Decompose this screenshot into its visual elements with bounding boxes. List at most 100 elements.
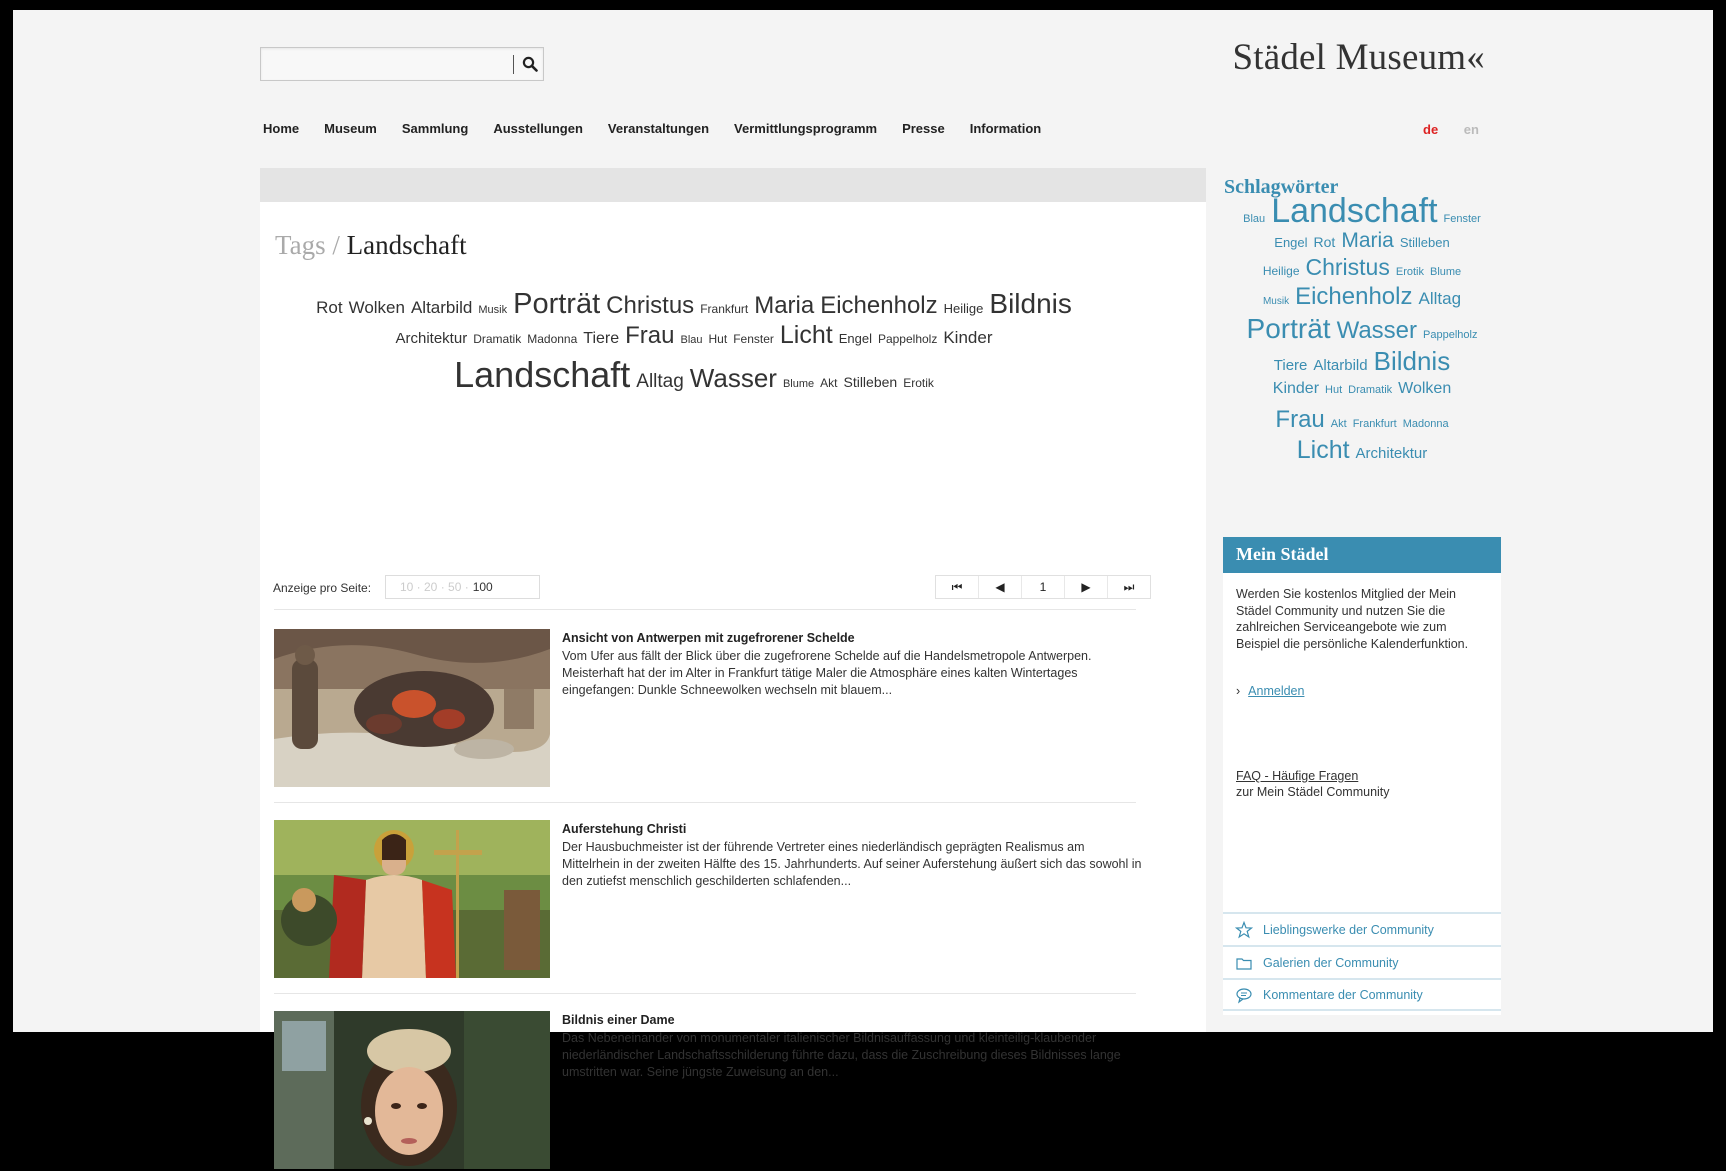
community-comments-link[interactable]: Kommentare der Community [1223,978,1501,1011]
per-page-selector[interactable]: 10 · 20 · 50 · 100 [385,575,540,599]
tag-link-blau[interactable]: Blau [1243,214,1265,225]
tag-link-rot[interactable]: Rot [316,299,342,316]
tag-link-fenster[interactable]: Fenster [733,333,774,345]
tag-link-hut[interactable]: Hut [1325,385,1342,396]
per-page-label: Anzeige pro Seite: [273,581,372,595]
tag-link-licht[interactable]: Licht [1297,438,1350,463]
login-link[interactable]: Anmelden [1248,684,1304,698]
tag-link-eichenholz[interactable]: Eichenholz [1295,285,1412,309]
tag-link-musik[interactable]: Musik [478,305,507,316]
tag-link-dramatik[interactable]: Dramatik [473,333,521,345]
tag-link-tiere[interactable]: Tiere [1274,358,1308,373]
tag-link-altarbild[interactable]: Altarbild [1313,358,1367,373]
prev-page-button[interactable]: ◀ [979,576,1022,598]
tag-link-pappelholz[interactable]: Pappelholz [1423,330,1477,341]
first-page-button[interactable]: ⏮ [936,576,979,598]
tag-link-rot[interactable]: Rot [1314,235,1336,249]
tag-link-tiere[interactable]: Tiere [583,331,619,347]
tag-link-altarbild[interactable]: Altarbild [411,299,472,316]
tag-link-erotik[interactable]: Erotik [903,377,934,389]
tag-link-wolken[interactable]: Wolken [1398,381,1451,397]
tag-link-blume[interactable]: Blume [1430,267,1461,278]
nav-ausstellungen[interactable]: Ausstellungen [493,121,583,136]
tag-link-blume[interactable]: Blume [783,379,814,390]
tag-link-alltag[interactable]: Alltag [636,372,684,391]
tag-link-landschaft[interactable]: Landschaft [1271,194,1437,228]
tag-link-porträt[interactable]: Porträt [513,290,600,319]
search-input[interactable] [265,52,509,76]
tag-link-engel[interactable]: Engel [1274,236,1307,249]
tag-link-alltag[interactable]: Alltag [1419,290,1462,307]
tag-link-stilleben[interactable]: Stilleben [843,375,897,389]
result-thumbnail[interactable] [274,1011,550,1169]
result-thumbnail[interactable] [274,629,550,787]
tag-link-licht[interactable]: Licht [780,323,833,348]
tag-link-landschaft[interactable]: Landschaft [454,357,630,393]
tag-link-maria[interactable]: Maria [1341,230,1394,251]
tag-link-bildnis[interactable]: Bildnis [1374,348,1451,374]
tag-link-porträt[interactable]: Porträt [1247,315,1331,343]
tag-link-akt[interactable]: Akt [1331,419,1347,430]
tag-link-erotik[interactable]: Erotik [1396,267,1424,278]
tag-link-kinder[interactable]: Kinder [1273,381,1319,397]
tag-link-architektur[interactable]: Architektur [396,331,468,346]
search-icon [522,56,538,72]
search-button[interactable] [517,50,543,78]
result-thumbnail[interactable] [274,820,550,978]
tag-link-wasser[interactable]: Wasser [690,365,777,391]
tag-link-christus[interactable]: Christus [1306,256,1390,279]
tag-link-wolken[interactable]: Wolken [349,299,405,316]
tag-link-pappelholz[interactable]: Pappelholz [878,333,937,345]
sidebar-tag-cloud: Blau Landschaft Fenster Engel Rot Maria Stille… [1221,194,1503,468]
tag-link-stilleben[interactable]: Stilleben [1400,236,1450,249]
per-page-selected[interactable]: 100 [473,580,493,594]
nav-museum[interactable]: Museum [324,121,377,136]
nav-home[interactable]: Home [263,121,299,136]
next-page-button[interactable]: ▶ [1065,576,1108,598]
result-title[interactable]: Auferstehung Christi [562,822,686,836]
result-title[interactable]: Bildnis einer Dame [562,1013,675,1027]
tag-cloud-row: Architektur Dramatik Madonna Tiere Frau Blau H… [274,323,1114,357]
divider [274,993,1136,994]
site-logo[interactable]: Städel Museum« [1232,36,1485,79]
tag-link-madonna[interactable]: Madonna [1403,419,1449,430]
tag-link-madonna[interactable]: Madonna [527,333,577,345]
current-page[interactable]: 1 [1022,576,1065,598]
tag-link-blau[interactable]: Blau [680,335,702,346]
result-title[interactable]: Ansicht von Antwerpen mit zugefrorener S… [562,631,855,645]
tag-link-akt[interactable]: Akt [820,377,837,389]
tag-link-frau[interactable]: Frau [625,324,674,348]
tag-link-architektur[interactable]: Architektur [1356,446,1428,461]
tag-link-hut[interactable]: Hut [709,333,728,345]
nav-presse[interactable]: Presse [902,121,945,136]
lang-de[interactable]: de [1423,122,1438,137]
community-galleries-link[interactable]: Galerien der Community [1223,945,1501,978]
tag-link-engel[interactable]: Engel [839,332,872,345]
tag-link-musik[interactable]: Musik [1263,297,1289,307]
search-divider [513,55,514,74]
nav-information[interactable]: Information [970,121,1042,136]
tag-link-frankfurt[interactable]: Frankfurt [700,303,748,315]
tag-link-fenster[interactable]: Fenster [1444,214,1481,225]
tag-link-eichenholz[interactable]: Eichenholz [820,294,937,318]
lang-en[interactable]: en [1464,122,1479,137]
tag-link-bildnis[interactable]: Bildnis [989,290,1071,318]
last-page-button[interactable]: ⏭ [1108,576,1150,598]
breadcrumb-tags[interactable]: Tags [275,230,326,260]
tag-cloud-row: Rot Wolken Altarbild Musik Porträt Christus Fr… [274,290,1114,323]
community-favorites-link[interactable]: Lieblingswerke der Community [1223,912,1501,945]
tag-link-heilige[interactable]: Heilige [944,302,984,315]
tag-link-christus[interactable]: Christus [606,294,694,318]
nav-vermittlungsprogramm[interactable]: Vermittlungsprogramm [734,121,877,136]
per-page-options[interactable]: 10 · 20 · 50 · [400,580,469,594]
tag-link-maria[interactable]: Maria [754,294,814,318]
tag-link-frankfurt[interactable]: Frankfurt [1353,419,1397,430]
tag-link-heilige[interactable]: Heilige [1263,265,1300,277]
tag-link-kinder[interactable]: Kinder [943,329,992,346]
nav-veranstaltungen[interactable]: Veranstaltungen [608,121,709,136]
faq-link[interactable]: FAQ - Häufige Fragen [1236,769,1358,783]
tag-link-dramatik[interactable]: Dramatik [1348,385,1392,396]
tag-link-wasser[interactable]: Wasser [1337,319,1417,343]
tag-link-frau[interactable]: Frau [1275,408,1324,432]
nav-sammlung[interactable]: Sammlung [402,121,468,136]
